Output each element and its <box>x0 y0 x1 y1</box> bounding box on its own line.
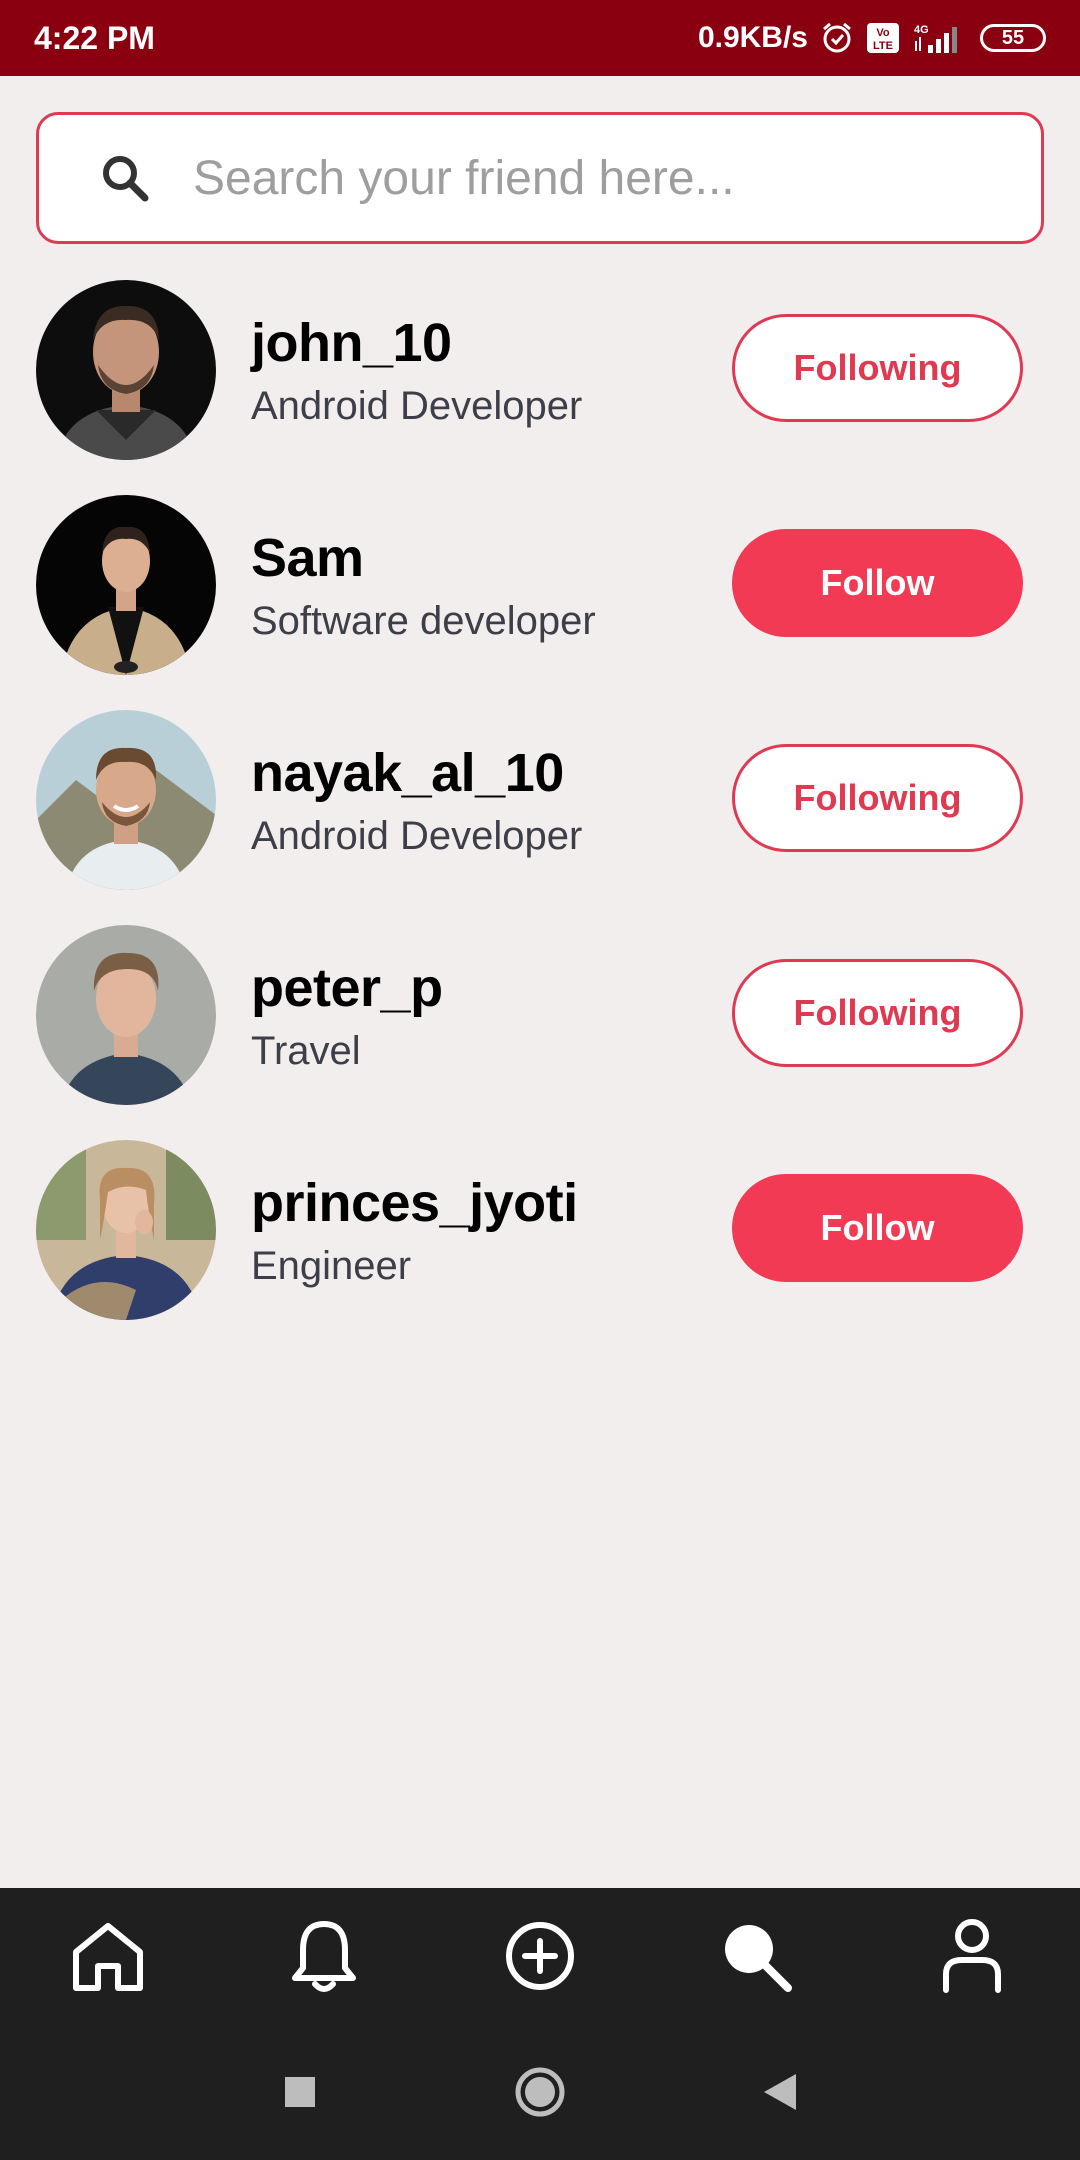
following-button[interactable]: Following <box>732 314 1023 422</box>
svg-text:LTE: LTE <box>873 40 893 52</box>
bottom-navigation <box>0 1888 1080 2028</box>
list-item[interactable]: nayak_al_10 Android Developer Following <box>0 706 1080 921</box>
user-name: Sam <box>251 528 364 588</box>
search-bar[interactable] <box>36 112 1044 244</box>
list-item[interactable]: john_10 Android Developer Following <box>0 276 1080 491</box>
status-time: 4:22 PM <box>34 19 155 56</box>
list-item[interactable]: peter_p Travel Following <box>0 921 1080 1136</box>
user-role: Travel <box>251 1029 361 1073</box>
network-speed: 0.9KB/s <box>697 21 808 54</box>
battery-indicator: 55 <box>980 24 1046 52</box>
svg-text:4G: 4G <box>914 24 929 36</box>
follow-button[interactable]: Follow <box>732 529 1023 637</box>
recents-button[interactable] <box>270 2064 330 2124</box>
volte-icon: Vo LTE <box>866 22 900 54</box>
avatar[interactable] <box>36 1140 216 1320</box>
user-role: Engineer <box>251 1244 412 1288</box>
bell-icon <box>289 1918 359 1999</box>
add-circle-icon <box>504 1920 576 1997</box>
search-icon <box>718 1918 794 1999</box>
nav-notifications[interactable] <box>264 1898 384 2018</box>
nav-home[interactable] <box>48 1898 168 2018</box>
back-triangle-icon <box>762 2072 798 2117</box>
back-button[interactable] <box>750 2064 810 2124</box>
avatar[interactable] <box>36 495 216 675</box>
search-input[interactable] <box>191 149 995 207</box>
user-list: john_10 Android Developer Following Sam … <box>0 276 1080 1351</box>
follow-button[interactable]: Follow <box>732 1174 1023 1282</box>
user-name: princes_jyoti <box>251 1173 578 1233</box>
circle-icon <box>514 2066 566 2123</box>
square-icon <box>283 2075 317 2114</box>
nav-search[interactable] <box>696 1898 816 2018</box>
user-name: john_10 <box>251 313 452 373</box>
nav-profile[interactable] <box>912 1898 1032 2018</box>
avatar[interactable] <box>36 925 216 1105</box>
alarm-icon <box>820 21 854 55</box>
list-item[interactable]: Sam Software developer Follow <box>0 491 1080 706</box>
user-name: peter_p <box>251 958 443 1018</box>
user-name: nayak_al_10 <box>251 743 564 803</box>
signal-icon: 4G <box>912 21 968 55</box>
user-role: Software developer <box>251 599 596 643</box>
system-navigation <box>0 2028 1080 2160</box>
status-bar: 4:22 PM 0.9KB/s Vo LTE 4G 55 <box>0 0 1080 76</box>
home-icon <box>70 1920 146 1997</box>
profile-icon <box>942 1918 1002 1999</box>
nav-add-post[interactable] <box>480 1898 600 2018</box>
user-role: Android Developer <box>251 814 583 858</box>
avatar[interactable] <box>36 710 216 890</box>
home-button[interactable] <box>510 2064 570 2124</box>
list-item[interactable]: princes_jyoti Engineer Follow <box>0 1136 1080 1351</box>
following-button[interactable]: Following <box>732 744 1023 852</box>
following-button[interactable]: Following <box>732 959 1023 1067</box>
search-icon <box>99 152 151 204</box>
status-icons: 0.9KB/s Vo LTE 4G 55 <box>698 21 1046 55</box>
avatar[interactable] <box>36 280 216 460</box>
user-role: Android Developer <box>251 384 583 428</box>
svg-text:Vo: Vo <box>876 27 890 39</box>
